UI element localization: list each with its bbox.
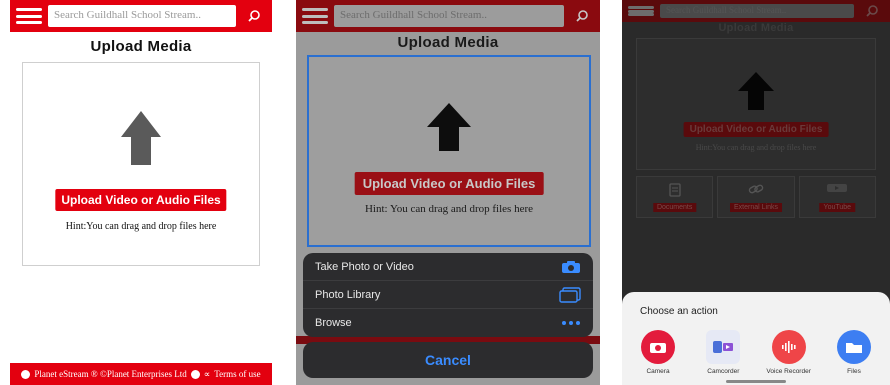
sheet-item-take-photo[interactable]: Take Photo or Video bbox=[303, 253, 593, 281]
camcorder-app-icon bbox=[706, 330, 741, 364]
upload-files-button[interactable]: Upload Video or Audio Files bbox=[354, 172, 544, 195]
chooser-apps: Camera Camcorder Voice Recorder Files bbox=[630, 330, 882, 375]
youtube-tile[interactable]: YouTube bbox=[798, 176, 876, 218]
search-button[interactable] bbox=[236, 0, 272, 32]
camera-app[interactable]: Camera bbox=[630, 330, 686, 375]
page-title: Upload Media bbox=[718, 22, 794, 34]
youtube-icon bbox=[827, 184, 848, 192]
search-button[interactable] bbox=[564, 0, 600, 32]
screen-ios-action-sheet: Search Guildhall School Stream.. Upload … bbox=[296, 0, 600, 385]
upload-files-button[interactable]: Upload Video or Audio Files bbox=[55, 189, 227, 211]
page-title: Upload Media bbox=[397, 34, 499, 51]
app-label: Camera bbox=[646, 368, 670, 375]
search-icon bbox=[248, 10, 260, 22]
menu-icon[interactable] bbox=[626, 3, 656, 19]
header-bar: Search Guildhall School Stream.. bbox=[296, 0, 600, 32]
search-icon bbox=[866, 5, 878, 17]
cancel-button[interactable]: Cancel bbox=[303, 342, 593, 378]
header-bar: Search Guildhall School Stream.. bbox=[622, 0, 890, 22]
search-icon bbox=[576, 10, 588, 22]
files-app[interactable]: Files bbox=[826, 330, 882, 375]
rss-icon[interactable]: ∝ bbox=[204, 369, 210, 380]
tile-label: YouTube bbox=[819, 203, 856, 212]
photo-library-icon bbox=[559, 286, 581, 303]
drag-drop-hint: Hint:You can drag and drop files here bbox=[695, 143, 817, 152]
copyright-text: Planet eStream ® ©Planet Enterprises Ltd bbox=[34, 369, 187, 379]
app-label: Voice Recorder bbox=[766, 368, 811, 375]
menu-icon[interactable] bbox=[14, 5, 44, 27]
more-icon bbox=[562, 321, 580, 325]
upload-arrow-icon bbox=[427, 103, 471, 151]
sheet-item-label: Browse bbox=[315, 317, 352, 329]
camcorder-app[interactable]: Camcorder bbox=[695, 330, 751, 375]
app-label: Files bbox=[847, 368, 861, 375]
chooser-title: Choose an action bbox=[640, 306, 718, 317]
external-links-tile[interactable]: External Links bbox=[717, 176, 795, 218]
upload-files-button[interactable]: Upload Video or Audio Files bbox=[683, 122, 829, 137]
page-title: Upload Media bbox=[90, 38, 192, 55]
search-button[interactable] bbox=[854, 0, 890, 22]
planet-logo-icon bbox=[21, 369, 31, 379]
terms-link[interactable]: Terms of use bbox=[214, 369, 260, 379]
action-chooser: Choose an action Camera Camcorder Voice … bbox=[622, 292, 890, 385]
link-icon bbox=[748, 184, 764, 194]
sheet-item-label: Photo Library bbox=[315, 288, 381, 301]
settings-icon[interactable] bbox=[190, 369, 200, 379]
sheet-item-browse[interactable]: Browse bbox=[303, 309, 593, 337]
tile-label: External Links bbox=[730, 203, 782, 212]
drop-zone[interactable]: Upload Video or Audio Files Hint:You can… bbox=[22, 62, 260, 266]
menu-icon[interactable] bbox=[300, 5, 330, 27]
search-input[interactable]: Search Guildhall School Stream.. bbox=[48, 5, 236, 27]
files-app-icon bbox=[836, 330, 871, 364]
upload-arrow-icon bbox=[121, 111, 161, 165]
camera-app-icon bbox=[641, 330, 675, 364]
voice-recorder-app-icon bbox=[771, 330, 806, 364]
action-sheet: Take Photo or Video Photo Library Browse bbox=[303, 253, 593, 337]
camera-icon bbox=[562, 260, 580, 273]
upload-options: Documents External Links YouTube bbox=[636, 176, 876, 218]
upload-arrow-icon bbox=[738, 72, 774, 110]
drop-zone[interactable]: Upload Video or Audio Files Hint:You can… bbox=[636, 38, 876, 170]
sheet-item-photo-library[interactable]: Photo Library bbox=[303, 281, 593, 309]
voice-recorder-app[interactable]: Voice Recorder bbox=[761, 330, 817, 375]
documents-tile[interactable]: Documents bbox=[636, 176, 714, 218]
screen-android-chooser: Search Guildhall School Stream.. Upload … bbox=[622, 0, 890, 385]
footer: Planet eStream ® ©Planet Enterprises Ltd… bbox=[10, 363, 272, 385]
screen-upload-media: Search Guildhall School Stream.. Upload … bbox=[10, 0, 272, 385]
drag-drop-hint: Hint: You can drag and drop files here bbox=[364, 203, 534, 215]
home-indicator bbox=[726, 380, 786, 383]
document-icon bbox=[669, 183, 681, 197]
app-label: Camcorder bbox=[707, 368, 740, 375]
search-input[interactable]: Search Guildhall School Stream.. bbox=[334, 5, 564, 27]
drop-zone[interactable]: Upload Video or Audio Files Hint: You ca… bbox=[307, 55, 591, 247]
search-input[interactable]: Search Guildhall School Stream.. bbox=[660, 4, 854, 18]
header-bar: Search Guildhall School Stream.. bbox=[10, 0, 272, 32]
tile-label: Documents bbox=[652, 203, 697, 212]
drag-drop-hint: Hint:You can drag and drop files here bbox=[65, 221, 217, 232]
sheet-item-label: Take Photo or Video bbox=[315, 260, 414, 273]
